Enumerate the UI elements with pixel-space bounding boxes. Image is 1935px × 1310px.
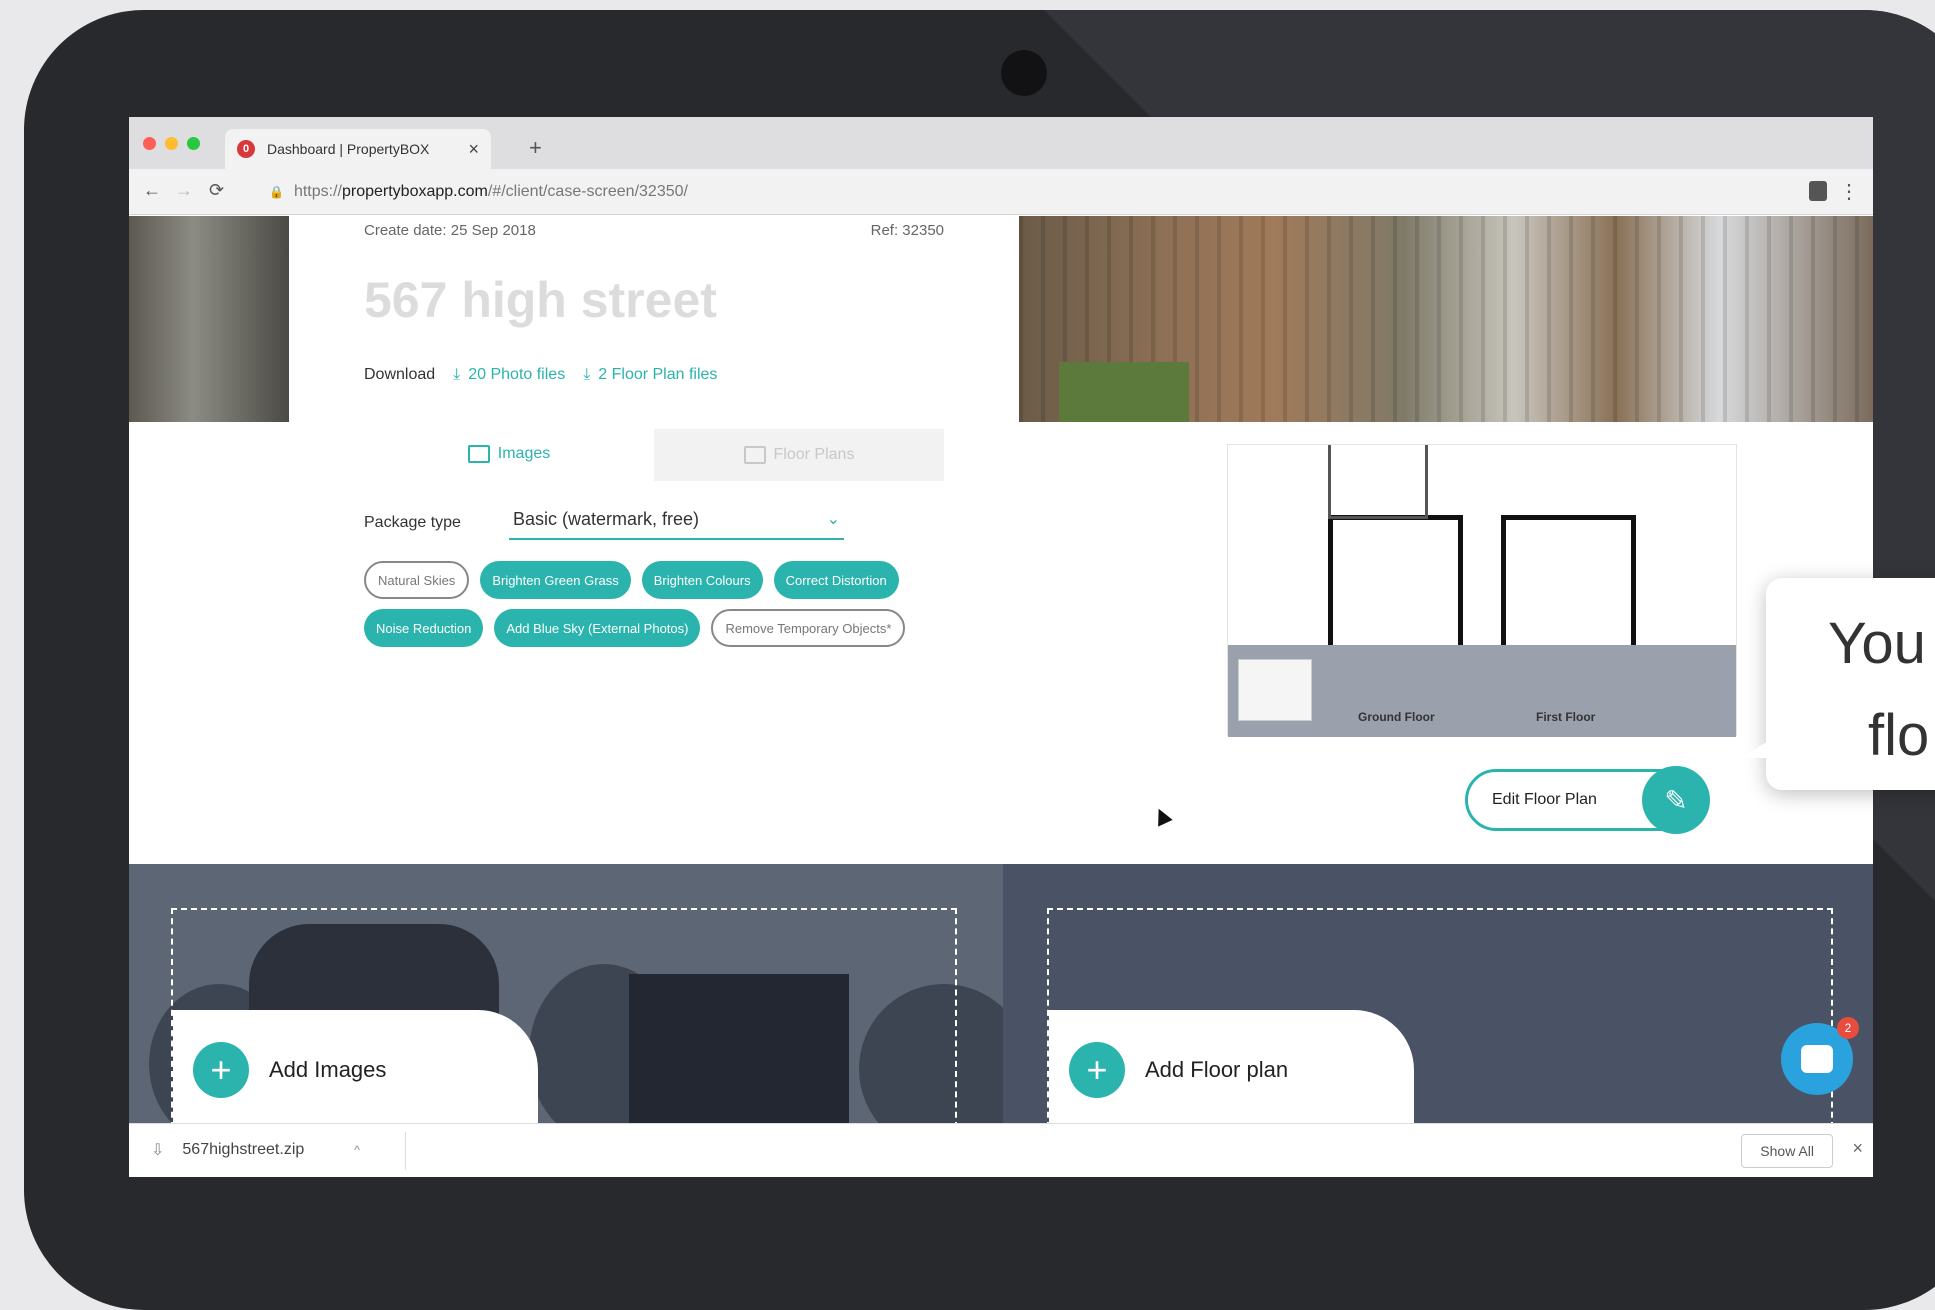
property-photo-garden (1019, 216, 1873, 422)
downloaded-file[interactable]: ⇩ 567highstreet.zip ^ (151, 1140, 360, 1160)
property-address: 567 high street (364, 272, 717, 328)
create-date: Create date: 25 Sep 2018 (364, 222, 536, 239)
option-chip[interactable]: Remove Temporary Objects* (711, 609, 906, 647)
minimize-window-dot[interactable] (165, 137, 178, 150)
maximize-window-dot[interactable] (187, 137, 200, 150)
first-floor-label: First Floor (1536, 710, 1596, 724)
add-plus-icon: + (193, 1042, 249, 1098)
close-icon[interactable]: × (1852, 1138, 1863, 1159)
url-path: /#/client/case-screen/32350/ (487, 183, 688, 200)
propertybox-favicon-icon: 0 (237, 140, 255, 158)
download-icon: ⤓ (453, 366, 461, 383)
option-chip[interactable]: Noise Reduction (364, 609, 484, 647)
download-row: Download ⤓ 20 Photo files ⤓ 2 Floor Plan… (364, 366, 717, 384)
forward-arrow-icon[interactable]: → (175, 180, 193, 201)
divider (405, 1132, 406, 1170)
option-chip[interactable]: Correct Distortion (773, 561, 899, 599)
reload-icon[interactable]: ⟳ (209, 180, 224, 201)
extension-icon[interactable] (1809, 181, 1827, 201)
floor-plan-thumbnail[interactable] (1238, 659, 1312, 721)
floor-plan-preview[interactable]: Ground Floor First Floor (1227, 444, 1737, 737)
tab-floor-plans[interactable]: Floor Plans (654, 429, 944, 481)
page-content: Create date: 25 Sep 2018 Ref: 32350 567 … (129, 216, 1873, 1123)
tab-bar: 0 Dashboard | PropertyBOX × + (129, 117, 1873, 169)
package-type-label: Package type (364, 514, 461, 531)
add-floor-plan-label: Add Floor plan (1145, 1057, 1289, 1082)
show-all-button[interactable]: Show All (1741, 1134, 1833, 1168)
browser-window: 0 Dashboard | PropertyBOX × + ← → ⟳ 🔒 htt… (129, 117, 1873, 1177)
property-photo-left (129, 216, 289, 422)
tab-floor-plans-label: Floor Plans (773, 446, 855, 463)
download-photos-link[interactable]: ⤓ 20 Photo files (453, 366, 565, 384)
notification-badge: 2 (1837, 1017, 1859, 1039)
edit-floor-plan-label: Edit Floor Plan (1492, 791, 1597, 808)
mouse-cursor-icon (1151, 805, 1173, 827)
chat-launcher[interactable]: 2 (1781, 1017, 1859, 1095)
add-floor-plan-panel: + Add Floor plan (1003, 864, 1873, 1123)
tab-images[interactable]: Images (364, 429, 654, 481)
downloads-bar: ⇩ 567highstreet.zip ^ Show All × (129, 1123, 1873, 1177)
chevron-up-icon[interactable]: ^ (354, 1143, 360, 1157)
image-icon (467, 445, 490, 463)
new-tab-button[interactable]: + (529, 135, 542, 161)
floor-plan-icon (743, 446, 766, 464)
close-window-dot[interactable] (143, 137, 156, 150)
create-date-value: 25 Sep 2018 (450, 222, 536, 239)
download-plans-link[interactable]: ⤓ 2 Floor Plan files (583, 366, 717, 384)
tab-close-icon[interactable]: × (468, 139, 479, 160)
window-controls (143, 137, 200, 150)
option-chip[interactable]: Natural Skies (364, 561, 470, 599)
browser-menu-icon[interactable]: ⋮ (1839, 179, 1859, 204)
option-chip[interactable]: Add Blue Sky (External Photos) (494, 609, 701, 647)
lock-icon: 🔒 (269, 185, 284, 199)
browser-tab[interactable]: 0 Dashboard | PropertyBOX × (225, 129, 491, 169)
add-images-card[interactable]: + Add Images (173, 1010, 538, 1123)
download-photos-label: 20 Photo files (468, 366, 566, 383)
media-tabs: Images Floor Plans (364, 429, 944, 481)
create-date-label: Create date: (364, 222, 447, 239)
downloaded-file-name: 567highstreet.zip (182, 1141, 305, 1158)
url-host: propertyboxapp.com (341, 183, 488, 200)
package-type-value: Basic (watermark, free) (513, 508, 700, 529)
edit-pencil-icon: ✎ (1642, 766, 1710, 834)
grass-patch (1059, 362, 1189, 422)
add-images-label: Add Images (269, 1057, 387, 1082)
tab-images-label: Images (497, 445, 551, 462)
option-chip[interactable]: Brighten Colours (641, 561, 763, 599)
case-ref: Ref: 32350 (870, 222, 944, 239)
download-icon: ⤓ (583, 366, 591, 383)
url-field[interactable]: 🔒 https://propertyboxapp.com/#/client/cas… (269, 183, 688, 201)
ground-floor-label: Ground Floor (1358, 710, 1435, 724)
edit-floor-plan-button[interactable]: Edit Floor Plan ✎ (1465, 766, 1710, 834)
add-images-panel: + Add Images (129, 864, 1003, 1123)
tooltip-text-line1: You (1828, 611, 1926, 676)
case-card: Create date: 25 Sep 2018 Ref: 32350 567 … (289, 216, 1019, 736)
chat-bubble-icon (1801, 1045, 1833, 1073)
option-chip[interactable]: Brighten Green Grass (480, 561, 631, 599)
camera (1001, 50, 1047, 96)
enhancement-options: Natural Skies Brighten Green Grass Brigh… (364, 561, 954, 647)
tooltip-text-line2: flo (1868, 703, 1930, 768)
file-icon: ⇩ (151, 1142, 165, 1159)
tooltip-pointer (1740, 740, 1770, 758)
add-plus-icon: + (1069, 1042, 1125, 1098)
tab-title: Dashboard | PropertyBOX (267, 141, 430, 157)
back-arrow-icon[interactable]: ← (143, 180, 161, 201)
download-label: Download (364, 366, 436, 383)
download-plans-label: 2 Floor Plan files (598, 366, 718, 383)
address-bar: ← → ⟳ 🔒 https://propertyboxapp.com/#/clie… (129, 169, 1873, 215)
chevron-down-icon: ⌄ (826, 511, 840, 528)
url-prefix: https:// (293, 183, 342, 200)
package-type-select[interactable]: Basic (watermark, free) ⌄ (509, 500, 844, 540)
conservatory-outline (1328, 445, 1428, 519)
add-floor-plan-card[interactable]: + Add Floor plan (1049, 1010, 1414, 1123)
